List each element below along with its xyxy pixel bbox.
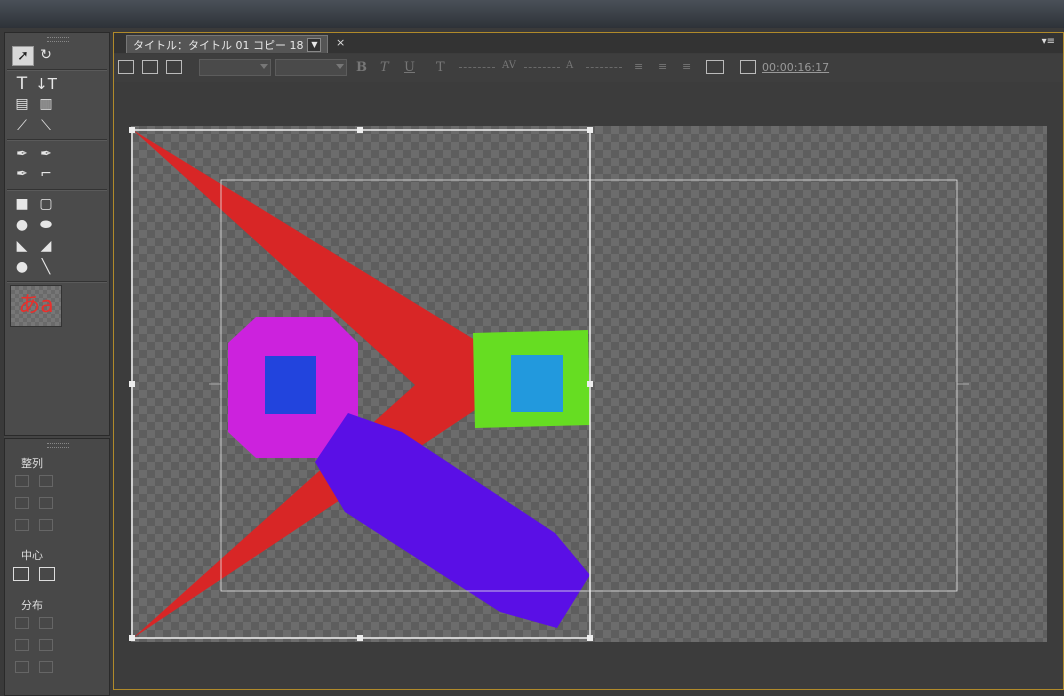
selection-handle[interactable]	[587, 127, 593, 133]
blue-square-shape[interactable]	[265, 356, 316, 414]
selection-handle[interactable]	[129, 127, 135, 133]
selection-handle[interactable]	[129, 635, 135, 641]
purple-shape[interactable]	[315, 413, 590, 628]
selection-handle[interactable]	[357, 635, 363, 641]
selection-handle[interactable]	[587, 381, 593, 387]
selection-handle[interactable]	[587, 635, 593, 641]
selection-handle[interactable]	[129, 381, 135, 387]
selection-handle[interactable]	[357, 127, 363, 133]
canvas-shapes	[129, 127, 969, 641]
cyan-square-shape[interactable]	[511, 355, 563, 412]
